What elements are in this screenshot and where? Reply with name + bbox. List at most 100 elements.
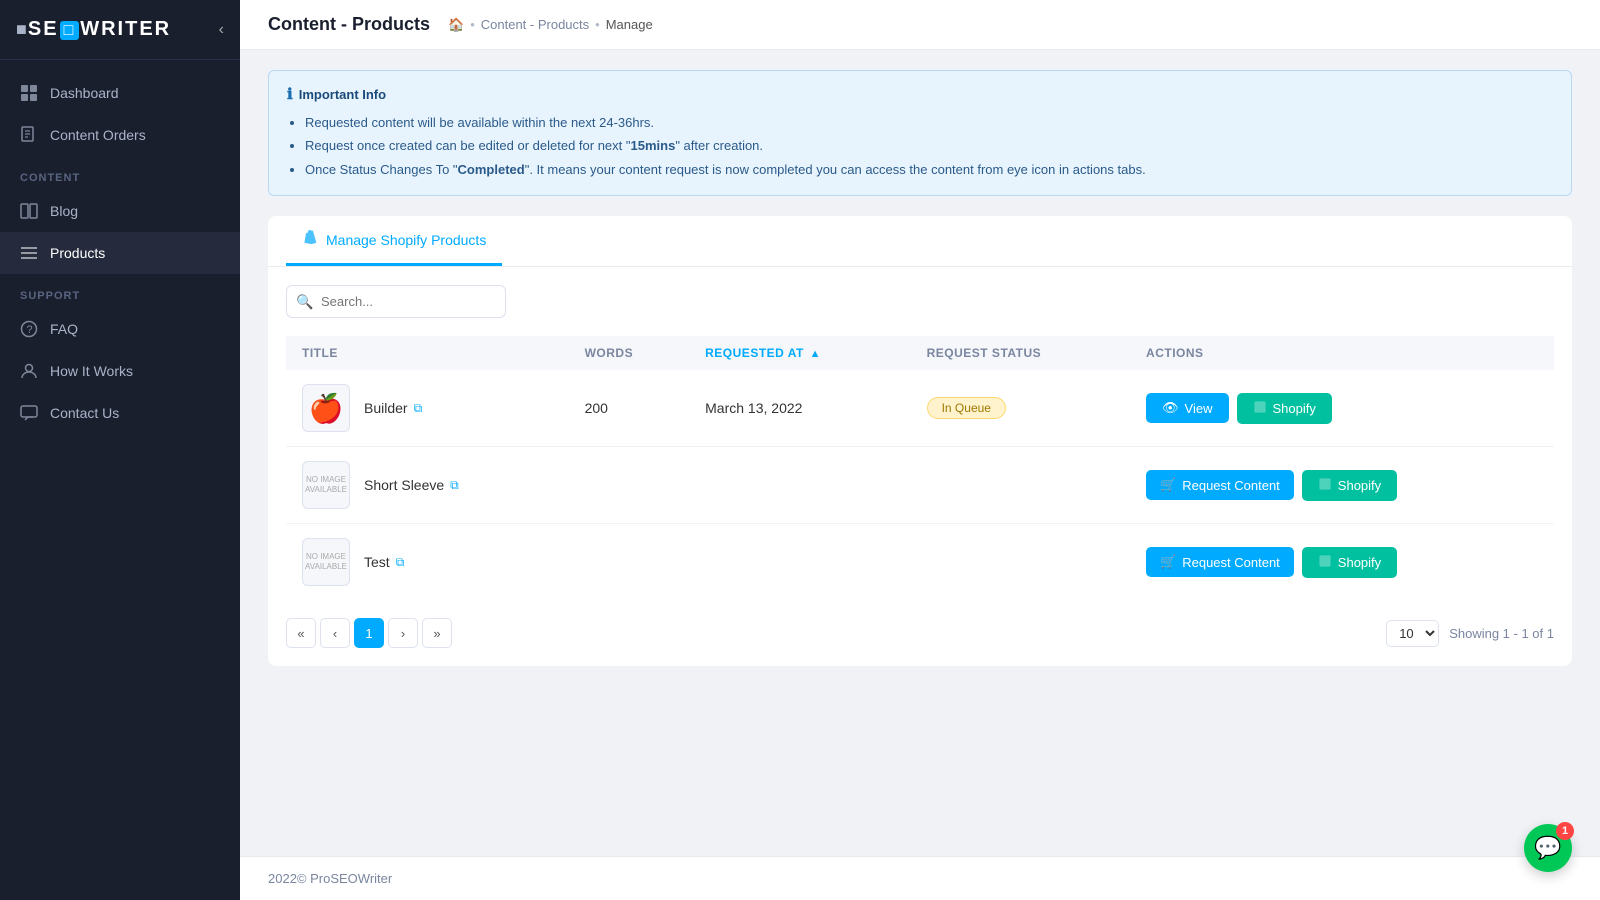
cell-actions-2: 🛒 Request Content Shopify — [1130, 447, 1554, 524]
shopify-btn-icon-2 — [1318, 477, 1332, 494]
product-thumb-2: NO IMAGE AVAILABLE — [302, 461, 350, 509]
user-icon — [20, 362, 38, 380]
file-text-icon — [20, 126, 38, 144]
main-content: Content - Products 🏠 • Content - Product… — [240, 0, 1600, 900]
apple-icon: 🍎 — [309, 392, 344, 425]
shopify-button-2[interactable]: Shopify — [1302, 470, 1397, 501]
sidebar-nav: Dashboard Content Orders CONTENT — [0, 60, 240, 900]
sidebar-item-contact-us[interactable]: Contact Us — [0, 392, 240, 434]
search-wrap: 🔍 — [286, 285, 1554, 318]
alert-box: ℹ Important Info Requested content will … — [268, 70, 1572, 196]
cell-actions-1: 👁 View Shopify — [1130, 370, 1554, 447]
cell-date-3 — [689, 524, 910, 601]
cell-status-1: In Queue — [911, 370, 1130, 447]
no-image-icon-2: NO IMAGE AVAILABLE — [302, 471, 350, 500]
cart-icon-2: 🛒 — [1160, 477, 1176, 493]
breadcrumb-content-products[interactable]: Content - Products — [481, 17, 589, 32]
table-head: TITLE WORDS REQUESTED AT ▲ REQUEST STATU… — [286, 336, 1554, 370]
search-input[interactable] — [286, 285, 506, 318]
table-row: NO IMAGE AVAILABLE Short Sleeve ⧉ — [286, 447, 1554, 524]
chat-badge: 1 — [1556, 822, 1574, 840]
alert-item-1: Requested content will be available with… — [305, 111, 1553, 134]
sidebar-item-products[interactable]: Products — [0, 232, 240, 274]
sidebar-item-content-orders-label: Content Orders — [50, 127, 146, 143]
external-link-icon-2[interactable]: ⧉ — [450, 478, 459, 493]
request-content-button-3[interactable]: 🛒 Request Content — [1146, 547, 1294, 577]
chat-widget[interactable]: 💬 1 — [1524, 824, 1572, 872]
cell-title-2: NO IMAGE AVAILABLE Short Sleeve ⧉ — [286, 447, 569, 524]
shopify-button-1[interactable]: Shopify — [1237, 393, 1332, 424]
shopify-button-3[interactable]: Shopify — [1302, 547, 1397, 578]
product-thumb-3: NO IMAGE AVAILABLE — [302, 538, 350, 586]
pagination-first[interactable]: « — [286, 618, 316, 648]
search-icon: 🔍 — [296, 293, 313, 310]
sidebar-item-dashboard[interactable]: Dashboard — [0, 72, 240, 114]
pagination-last[interactable]: » — [422, 618, 452, 648]
cell-title-3: NO IMAGE AVAILABLE Test ⧉ — [286, 524, 569, 601]
cell-title-1: 🍎 Builder ⧉ — [286, 370, 569, 447]
pagination-prev[interactable]: ‹ — [320, 618, 350, 648]
pagination-next[interactable]: › — [388, 618, 418, 648]
showing-text: Showing 1 - 1 of 1 — [1449, 626, 1554, 641]
info-icon: ℹ — [287, 85, 293, 103]
tab-bar: Manage Shopify Products — [268, 216, 1572, 267]
external-link-icon-3[interactable]: ⧉ — [396, 555, 405, 570]
breadcrumb: 🏠 • Content - Products • Manage — [448, 17, 653, 33]
chat-icon: 💬 — [1534, 835, 1561, 861]
sort-arrow-icon: ▲ — [810, 348, 821, 360]
content-section-label: CONTENT — [0, 156, 240, 190]
breadcrumb-manage: Manage — [606, 17, 653, 32]
tab-label: Manage Shopify Products — [326, 232, 486, 248]
request-content-button-2[interactable]: 🛒 Request Content — [1146, 470, 1294, 500]
cell-status-3 — [911, 524, 1130, 601]
logo-text: SE□WRITER — [28, 18, 171, 41]
search-container: 🔍 — [286, 285, 506, 318]
table-container: 🔍 TITLE WORDS REQUESTED AT ▲ REQUEST STA… — [268, 267, 1572, 666]
cell-words-2 — [569, 447, 690, 524]
shopify-btn-icon-1 — [1253, 400, 1267, 417]
sidebar-item-dashboard-label: Dashboard — [50, 85, 119, 101]
columns-icon — [20, 202, 38, 220]
per-page-select[interactable]: 10 25 50 — [1386, 620, 1439, 647]
support-section-label: SUPPORT — [0, 274, 240, 308]
alert-item-3: Once Status Changes To "Completed". It m… — [305, 158, 1553, 181]
sidebar-item-products-label: Products — [50, 245, 105, 261]
help-circle-icon: ? — [20, 320, 38, 338]
svg-text:?: ? — [27, 324, 33, 336]
sidebar-item-how-it-works-label: How It Works — [50, 363, 133, 379]
shopify-btn-icon-3 — [1318, 554, 1332, 571]
products-table: TITLE WORDS REQUESTED AT ▲ REQUEST STATU… — [286, 336, 1554, 600]
sidebar: ■ SE□WRITER ‹ Dashboard — [0, 0, 240, 900]
content-area: ℹ Important Info Requested content will … — [240, 50, 1600, 856]
shopify-icon — [302, 230, 318, 249]
view-button-1[interactable]: 👁 View — [1146, 393, 1228, 423]
col-actions: ACTIONS — [1130, 336, 1554, 370]
table-row: NO IMAGE AVAILABLE Test ⧉ — [286, 524, 1554, 601]
sidebar-collapse-button[interactable]: ‹ — [219, 21, 224, 39]
no-image-icon-3: NO IMAGE AVAILABLE — [302, 548, 350, 577]
sidebar-item-blog-label: Blog — [50, 203, 78, 219]
cart-icon-3: 🛒 — [1160, 554, 1176, 570]
col-title: TITLE — [286, 336, 569, 370]
grid-icon — [20, 84, 38, 102]
table-body: 🍎 Builder ⧉ 200 March 13, 2022 In — [286, 370, 1554, 600]
col-request-status: REQUEST STATUS — [911, 336, 1130, 370]
breadcrumb-home-icon[interactable]: 🏠 — [448, 17, 464, 33]
cell-status-2 — [911, 447, 1130, 524]
footer-text: 2022© ProSEOWriter — [268, 871, 392, 886]
sidebar-item-blog[interactable]: Blog — [0, 190, 240, 232]
sidebar-item-faq[interactable]: ? FAQ — [0, 308, 240, 350]
pagination-row: « ‹ 1 › » 10 25 50 Showing 1 - 1 of 1 — [286, 618, 1554, 648]
external-link-icon-1[interactable]: ⧉ — [414, 401, 423, 416]
pagination: « ‹ 1 › » — [286, 618, 452, 648]
cell-date-1: March 13, 2022 — [689, 370, 910, 447]
tab-manage-shopify-products[interactable]: Manage Shopify Products — [286, 216, 502, 266]
col-requested-at[interactable]: REQUESTED AT ▲ — [689, 336, 910, 370]
status-badge-1: In Queue — [927, 397, 1006, 419]
per-page-row: 10 25 50 Showing 1 - 1 of 1 — [1386, 620, 1554, 647]
product-thumb-1: 🍎 — [302, 384, 350, 432]
pagination-page-1[interactable]: 1 — [354, 618, 384, 648]
cell-actions-3: 🛒 Request Content Shopify — [1130, 524, 1554, 601]
sidebar-item-how-it-works[interactable]: How It Works — [0, 350, 240, 392]
sidebar-item-content-orders[interactable]: Content Orders — [0, 114, 240, 156]
